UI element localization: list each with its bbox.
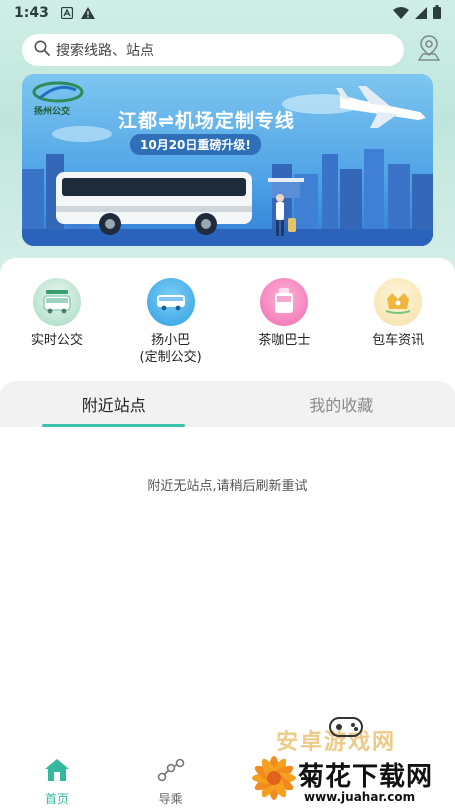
battery-icon xyxy=(433,4,441,23)
quick-action-label: 包车资讯 xyxy=(372,333,425,348)
search-placeholder: 搜索线路、站点 xyxy=(56,43,154,59)
tab-label: 附近站点 xyxy=(81,396,146,415)
status-bar: 1:43 xyxy=(0,0,455,26)
realtime-bus-icon xyxy=(32,278,81,326)
active-tab-indicator xyxy=(42,424,185,427)
charter-info-icon xyxy=(374,278,423,326)
search-input[interactable]: 搜索线路、站点 xyxy=(22,34,405,66)
tea-coffee-bus-icon xyxy=(260,278,309,326)
yangxiaoba-icon xyxy=(146,278,195,326)
location-pin-icon xyxy=(417,35,441,65)
tab-nearby-stops[interactable]: 附近站点 xyxy=(0,381,228,427)
banner-logo-text: 扬州公交 xyxy=(34,107,71,117)
status-time: 1:43 xyxy=(14,5,49,21)
promo-banner[interactable]: 扬州公交 江都⇌机场定制专线 10月20日重磅升级! xyxy=(22,74,433,246)
nav-label: 导乘 xyxy=(158,792,183,806)
empty-state-message: 附近无站点,请稍后刷新重试 xyxy=(147,479,308,494)
search-row: 搜索线路、站点 xyxy=(22,34,442,66)
tab-favorites[interactable]: 我的收藏 xyxy=(228,381,455,427)
quick-action-label: 扬小巴 (定制公交) xyxy=(139,333,202,365)
tab-bar: 附近站点 我的收藏 xyxy=(0,381,455,427)
wifi-icon xyxy=(393,4,409,23)
nav-route-guide[interactable]: 导乘 xyxy=(114,752,228,808)
watermark-main-text: 菊花下载网 xyxy=(298,762,434,792)
quick-action-label: 茶咖巴士 xyxy=(258,333,311,348)
search-icon xyxy=(34,40,50,60)
warning-icon xyxy=(80,4,95,23)
nav-home[interactable]: 首页 xyxy=(0,752,114,808)
signal-icon xyxy=(415,4,427,23)
quick-action-yangxiaoba[interactable]: 扬小巴 (定制公交) xyxy=(114,278,228,378)
quick-action-realtime-bus[interactable]: 实时公交 xyxy=(0,278,114,378)
watermark: 安卓游戏网 菊花下载网 www.juahar.com xyxy=(246,712,455,808)
home-icon xyxy=(44,758,70,786)
a-icon xyxy=(60,4,73,23)
quick-action-label: 实时公交 xyxy=(30,333,83,348)
tab-label: 我的收藏 xyxy=(309,396,374,415)
chrysanthemum-logo-icon xyxy=(252,756,296,800)
watermark-url: www.juahar.com xyxy=(304,790,416,804)
quick-actions: 实时公交 扬小巴 (定制公交) 茶咖巴士 包车资讯 xyxy=(0,278,455,378)
quick-action-tea-coffee-bus[interactable]: 茶咖巴士 xyxy=(228,278,342,378)
banner-title: 江都⇌机场定制专线 xyxy=(118,110,295,132)
nav-label: 首页 xyxy=(44,792,69,806)
banner-subtitle: 10月20日重磅升级! xyxy=(130,134,261,155)
location-button[interactable] xyxy=(416,35,442,65)
quick-action-charter-info[interactable]: 包车资讯 xyxy=(341,278,455,378)
route-guide-icon xyxy=(157,758,185,786)
gamepad-icon xyxy=(329,717,363,737)
